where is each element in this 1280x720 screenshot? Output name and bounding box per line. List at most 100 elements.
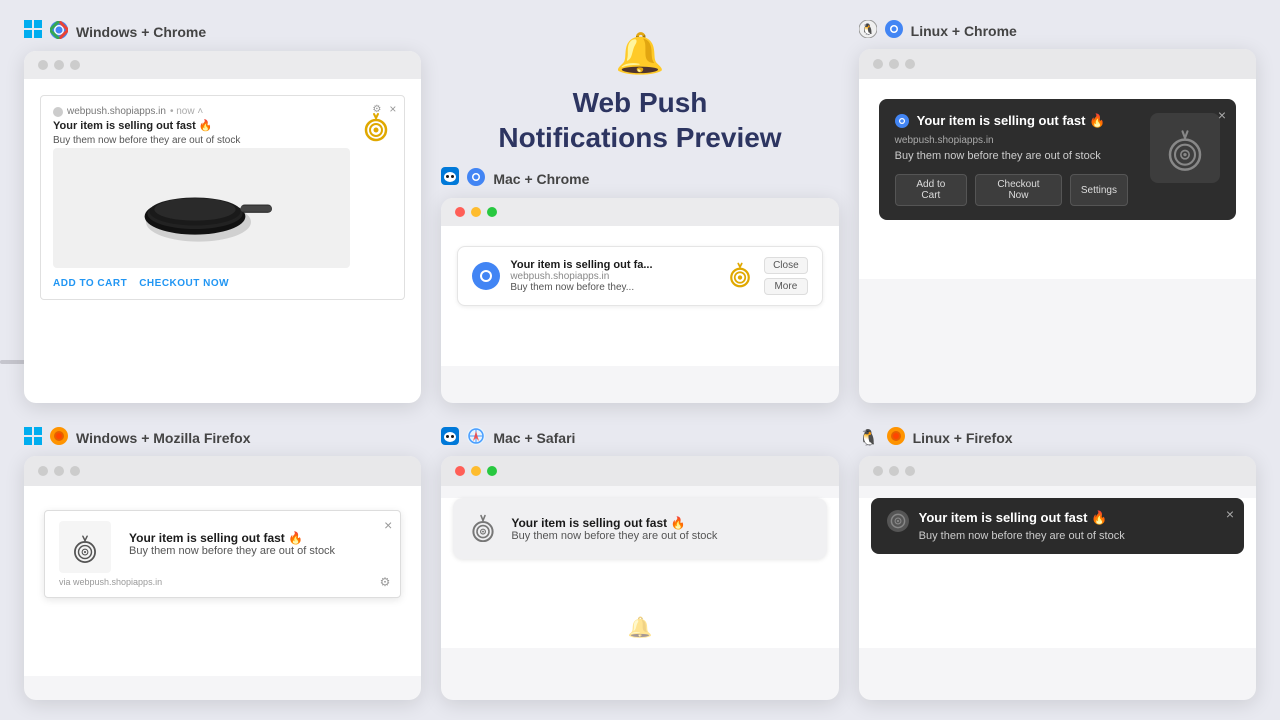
main-grid: Windows + Chrome xyxy=(0,0,1280,720)
chrome-icon-win xyxy=(50,21,68,42)
linux-chrome-content: × Your item is selling out fast 🔥 xyxy=(859,79,1256,279)
linux-checkout-btn[interactable]: Checkout Now xyxy=(975,174,1062,206)
win-firefox-label: Windows + Mozilla Firefox xyxy=(24,427,421,448)
mac-toast-title: Your item is selling out fa... xyxy=(510,259,716,271)
chrome-icon-mac xyxy=(467,168,485,189)
win-ff-notification: × xyxy=(44,510,401,598)
win-chrome-titlebar xyxy=(24,51,421,79)
win-firefox-platform-text: Windows + Mozilla Firefox xyxy=(76,430,251,446)
linux-chrome-platform-text: Linux + Chrome xyxy=(911,23,1017,39)
linux-ff-notif-inner: Your item is selling out fast 🔥 Buy them… xyxy=(887,510,1228,542)
win-ff-body: Buy them now before they are out of stoc… xyxy=(129,545,335,557)
linux-chrome-titlebar xyxy=(859,49,1256,79)
safari-notif-title: Your item is selling out fast 🔥 xyxy=(511,516,717,530)
dot-red xyxy=(455,207,465,217)
dot2 xyxy=(889,466,899,476)
linux-ff-body: Buy them now before they are out of stoc… xyxy=(919,530,1125,542)
windows-icon-ff xyxy=(24,427,42,448)
mac-chrome-browser-window: Your item is selling out fa... webpush.s… xyxy=(441,198,838,403)
win-ff-close-btn[interactable]: × xyxy=(384,517,392,533)
win-ff-site: via webpush.shopiapps.in xyxy=(59,577,386,587)
linux-settings-btn[interactable]: Settings xyxy=(1070,174,1128,206)
mac-toast-site: webpush.shopiapps.in xyxy=(510,271,716,282)
linux-notif-header: Your item is selling out fast 🔥 xyxy=(895,113,1128,129)
dot-red xyxy=(455,466,465,476)
win-toast-logo-area xyxy=(360,106,392,289)
win-ff-popup-text: Your item is selling out fast 🔥 Buy them… xyxy=(129,531,335,563)
header-title: Web Push Notifications Preview xyxy=(498,85,781,155)
safari-notif-icon xyxy=(467,510,499,547)
linux-notif-close-btn[interactable]: × xyxy=(1218,107,1226,123)
linux-ff-notification: × Your item is selling out fast 🔥 Buy th… xyxy=(871,498,1244,554)
mac-chrome-cell: 🔔 Web Push Notifications Preview xyxy=(441,20,838,403)
dot-yellow xyxy=(471,466,481,476)
linux-add-to-cart-btn[interactable]: Add to Cart xyxy=(895,174,967,206)
mac-safari-platform-text: Mac + Safari xyxy=(493,430,575,446)
safari-notification: Your item is selling out fast 🔥 Buy them… xyxy=(453,498,826,559)
win-ff-title: Your item is selling out fast 🔥 xyxy=(129,531,335,545)
linux-notif-body: Buy them now before they are out of stoc… xyxy=(895,150,1128,162)
mac-shopiapps-logo xyxy=(726,260,754,293)
win-ff-titlebar xyxy=(24,456,421,486)
win-ff-product-icon xyxy=(59,521,111,573)
safari-deco-bell: 🔔 xyxy=(628,615,653,640)
linux-chrome-label: 🐧 Linux + Chrome xyxy=(859,20,1256,41)
win-toast-body: Buy them now before they are out of stoc… xyxy=(53,134,350,148)
dot2 xyxy=(54,60,64,70)
linux-ff-titlebar xyxy=(859,456,1256,486)
windows-firefox-cell: Windows + Mozilla Firefox × xyxy=(24,427,421,700)
dot-green xyxy=(487,207,497,217)
linux-notif-site: webpush.shopiapps.in xyxy=(895,135,1128,146)
page-container: 🔔 xyxy=(0,0,1280,720)
dot3 xyxy=(905,466,915,476)
dot2 xyxy=(889,59,899,69)
linux-ff-content: × Your item is selling out fast 🔥 Buy th… xyxy=(859,498,1256,648)
linux-icon-ff: 🐧 xyxy=(859,428,879,448)
linux-ff-close-btn[interactable]: × xyxy=(1226,506,1234,522)
dot1 xyxy=(38,60,48,70)
mac-finder-icon xyxy=(441,167,459,190)
linux-notif-actions: Add to Cart Checkout Now Settings xyxy=(895,174,1128,206)
win-toast-main: webpush.shopiapps.in • now ˄ Your item i… xyxy=(53,106,350,289)
close-action-btn[interactable]: Close xyxy=(764,257,808,274)
mac-finder-icon2 xyxy=(441,427,459,448)
win-toast-site-row: webpush.shopiapps.in • now ˄ xyxy=(53,106,350,117)
add-to-cart-text-btn[interactable]: ADD TO CART xyxy=(53,278,127,289)
mac-toast-text: Your item is selling out fa... webpush.s… xyxy=(510,259,716,293)
dot1 xyxy=(873,466,883,476)
linux-firefox-cell: 🐧 Linux + Firefox xyxy=(859,427,1256,700)
win-ff-gear-icon: ⚙ xyxy=(380,575,391,589)
checkout-now-text-btn[interactable]: CHECKOUT NOW xyxy=(139,278,229,289)
mac-safari-content: Your item is selling out fast 🔥 Buy them… xyxy=(441,498,838,648)
linux-notif-title: Your item is selling out fast 🔥 xyxy=(917,113,1106,129)
safari-notif-text: Your item is selling out fast 🔥 Buy them… xyxy=(511,516,717,542)
mac-chrome-titlebar xyxy=(441,198,838,226)
mac-toast-body: Buy them now before they... xyxy=(510,282,716,293)
linux-ff-title: Your item is selling out fast 🔥 xyxy=(919,510,1125,526)
safari-notif-body: Buy them now before they are out of stoc… xyxy=(511,530,717,542)
linux-chrome-cell: 🐧 Linux + Chrome xyxy=(859,20,1256,403)
win-toast-close-btn[interactable]: × xyxy=(389,102,396,116)
mac-chrome-toast: Your item is selling out fa... webpush.s… xyxy=(457,246,822,306)
mac-safari-cell: Mac + Safari xyxy=(441,427,838,700)
ff-notif-site-icon xyxy=(887,510,909,532)
mac-chrome-label: Mac + Chrome xyxy=(441,167,838,190)
dot3 xyxy=(70,466,80,476)
settings-icon-win: ⚙ xyxy=(372,104,381,115)
linux-notif-text: Your item is selling out fast 🔥 webpush.… xyxy=(895,113,1128,206)
more-action-btn[interactable]: More xyxy=(764,278,808,295)
product-image xyxy=(53,148,350,268)
win-chrome-toast: webpush.shopiapps.in • now ˄ Your item i… xyxy=(40,95,405,300)
finder-icon xyxy=(441,167,459,185)
linux-notif-inner: Your item is selling out fast 🔥 webpush.… xyxy=(895,113,1220,206)
firefox-icon-win xyxy=(50,427,68,448)
chrome-icon-linux xyxy=(885,20,903,41)
dot-green xyxy=(487,466,497,476)
chrome-notif-icon xyxy=(472,262,500,290)
win-ff-popup-header: Your item is selling out fast 🔥 Buy them… xyxy=(59,521,386,573)
win-toast-actions: ADD TO CART CHECKOUT NOW xyxy=(53,278,350,289)
mac-chrome-platform-text: Mac + Chrome xyxy=(493,171,589,187)
windows-icon xyxy=(24,20,42,43)
linux-notif-product-icon xyxy=(1150,113,1220,183)
dot3 xyxy=(70,60,80,70)
